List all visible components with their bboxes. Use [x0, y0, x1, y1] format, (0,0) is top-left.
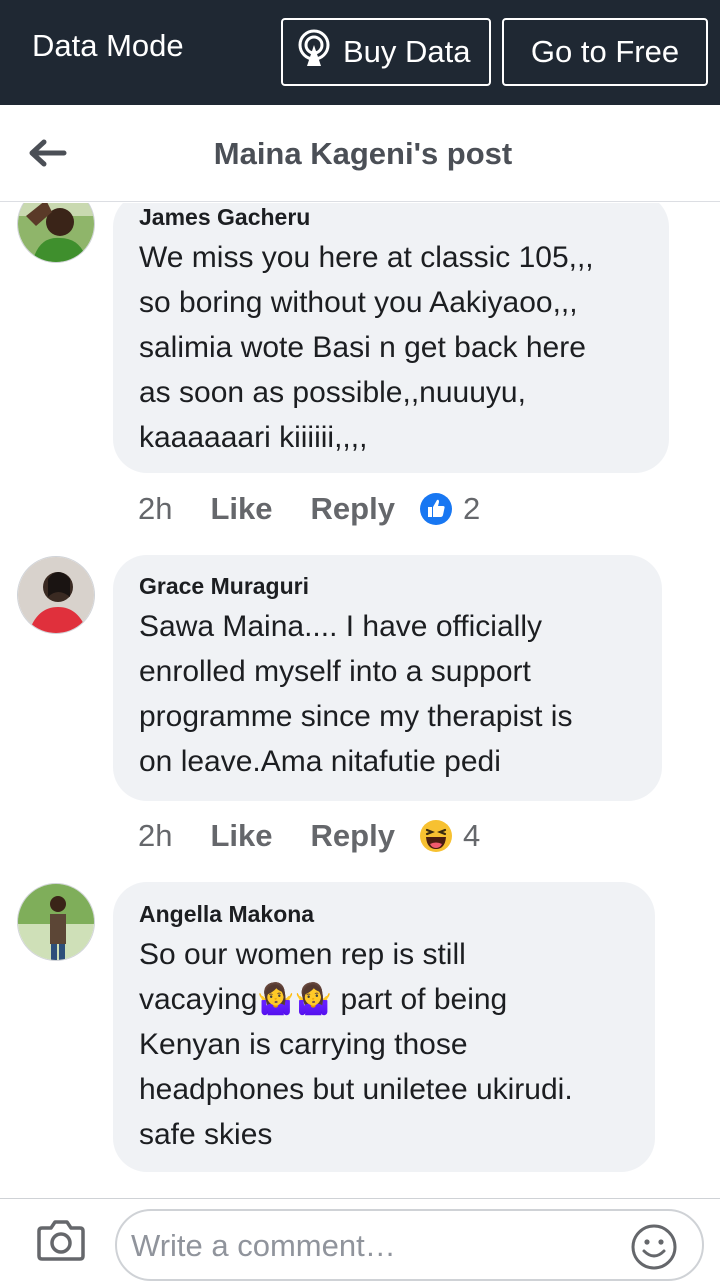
comment-text-line: programme since my therapist is	[139, 700, 573, 733]
avatar[interactable]	[17, 203, 95, 263]
haha-icon[interactable]	[419, 819, 453, 853]
comment-bubble: James Gacheru We miss you here at classi…	[113, 203, 669, 473]
comment-text-line: Kenyan is carrying those	[139, 1028, 468, 1061]
reaction-count[interactable]: 2	[463, 491, 480, 527]
avatar[interactable]	[17, 556, 95, 634]
reply-button[interactable]: Reply	[311, 491, 395, 527]
comment-text-line: on leave.Ama nitafutie pedi	[139, 745, 501, 778]
comment-time[interactable]: 2h	[138, 818, 172, 854]
comment-text-line: as soon as possible,,nuuuyu,	[139, 376, 526, 409]
comment-author[interactable]: James Gacheru	[139, 204, 643, 231]
reaction-count[interactable]: 4	[463, 818, 480, 854]
comment-text-line: We miss you here at classic 105,,,	[139, 241, 594, 274]
comment-composer: Write a comment…	[0, 1198, 720, 1281]
comment-actions: 2h Like Reply 2	[138, 489, 480, 529]
comment-author[interactable]: Angella Makona	[139, 901, 629, 928]
avatar[interactable]	[17, 883, 95, 961]
comment-text-line: enrolled myself into a support	[139, 655, 531, 688]
comment-author[interactable]: Grace Muraguri	[139, 573, 636, 600]
go-to-free-button[interactable]: Go to Free	[502, 18, 708, 86]
thumbs-up-icon[interactable]	[419, 492, 453, 526]
comment-text-line: salimia wote Basi n get back here	[139, 331, 586, 364]
comments-feed[interactable]: James Gacheru We miss you here at classi…	[0, 203, 720, 1198]
comment-text-line: so boring without you Aakiyaoo,,,	[139, 286, 578, 319]
comment-text-line: headphones but uniletee ukirudi.	[139, 1073, 573, 1106]
comment-text-line: Sawa Maina.... I have officially	[139, 610, 542, 643]
comment-input[interactable]: Write a comment…	[115, 1209, 704, 1281]
comment-bubble: Grace Muraguri Sawa Maina.... I have off…	[113, 555, 662, 801]
comment-actions: 2h Like Reply 4	[138, 816, 480, 856]
like-button[interactable]: Like	[210, 491, 272, 527]
go-to-free-label: Go to Free	[530, 34, 680, 69]
data-mode-label: Data Mode	[32, 28, 184, 63]
emoji-icon[interactable]	[630, 1223, 678, 1276]
comment-input-placeholder: Write a comment…	[131, 1228, 396, 1263]
data-mode-bar: Data Mode Buy Data Go to Free	[0, 0, 720, 105]
like-button[interactable]: Like	[210, 818, 272, 854]
comment-text-line: safe skies	[139, 1118, 273, 1151]
post-header: Maina Kageni's post	[0, 105, 720, 202]
broadcast-icon	[297, 28, 343, 76]
comment-bubble: Angella Makona So our women rep is still…	[113, 882, 655, 1172]
page-title: Maina Kageni's post	[213, 136, 513, 171]
comment-time[interactable]: 2h	[138, 491, 172, 527]
comment-text-line: So our women rep is still	[139, 938, 466, 971]
reply-button[interactable]: Reply	[311, 818, 395, 854]
camera-icon[interactable]	[36, 1218, 86, 1267]
buy-data-button[interactable]: Buy Data	[281, 18, 491, 86]
buy-data-label: Buy Data	[343, 34, 471, 69]
comment-text-line: kaaaaaari kiiiiii,,,,	[139, 421, 368, 454]
comment-text-line: vacaying🤷‍♀️🤷‍♀️ part of being	[139, 983, 508, 1016]
